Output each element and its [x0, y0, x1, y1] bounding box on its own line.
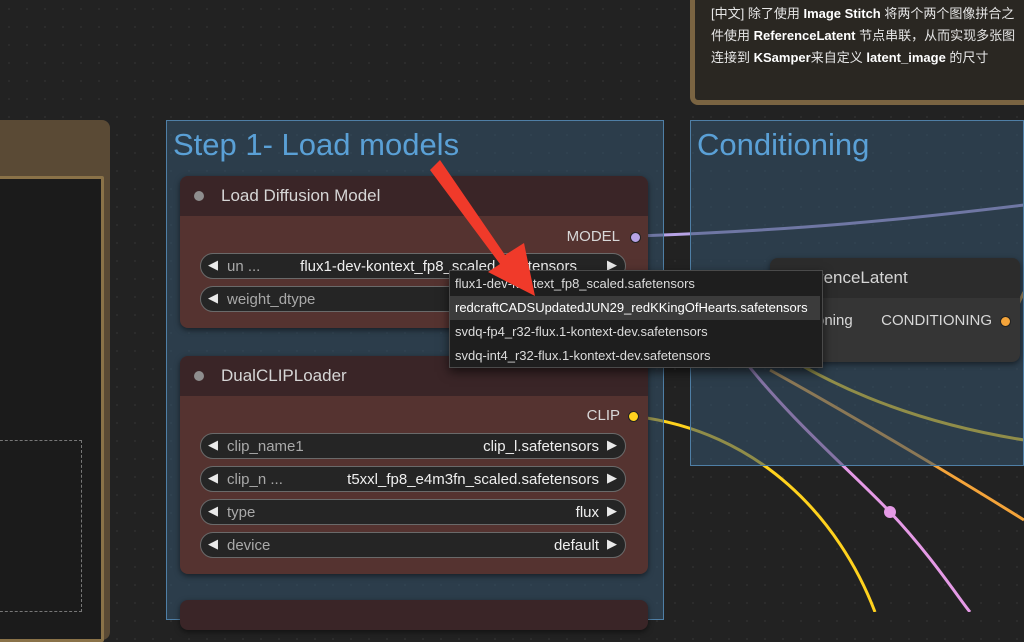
annotation-arrow-icon — [430, 160, 535, 296]
